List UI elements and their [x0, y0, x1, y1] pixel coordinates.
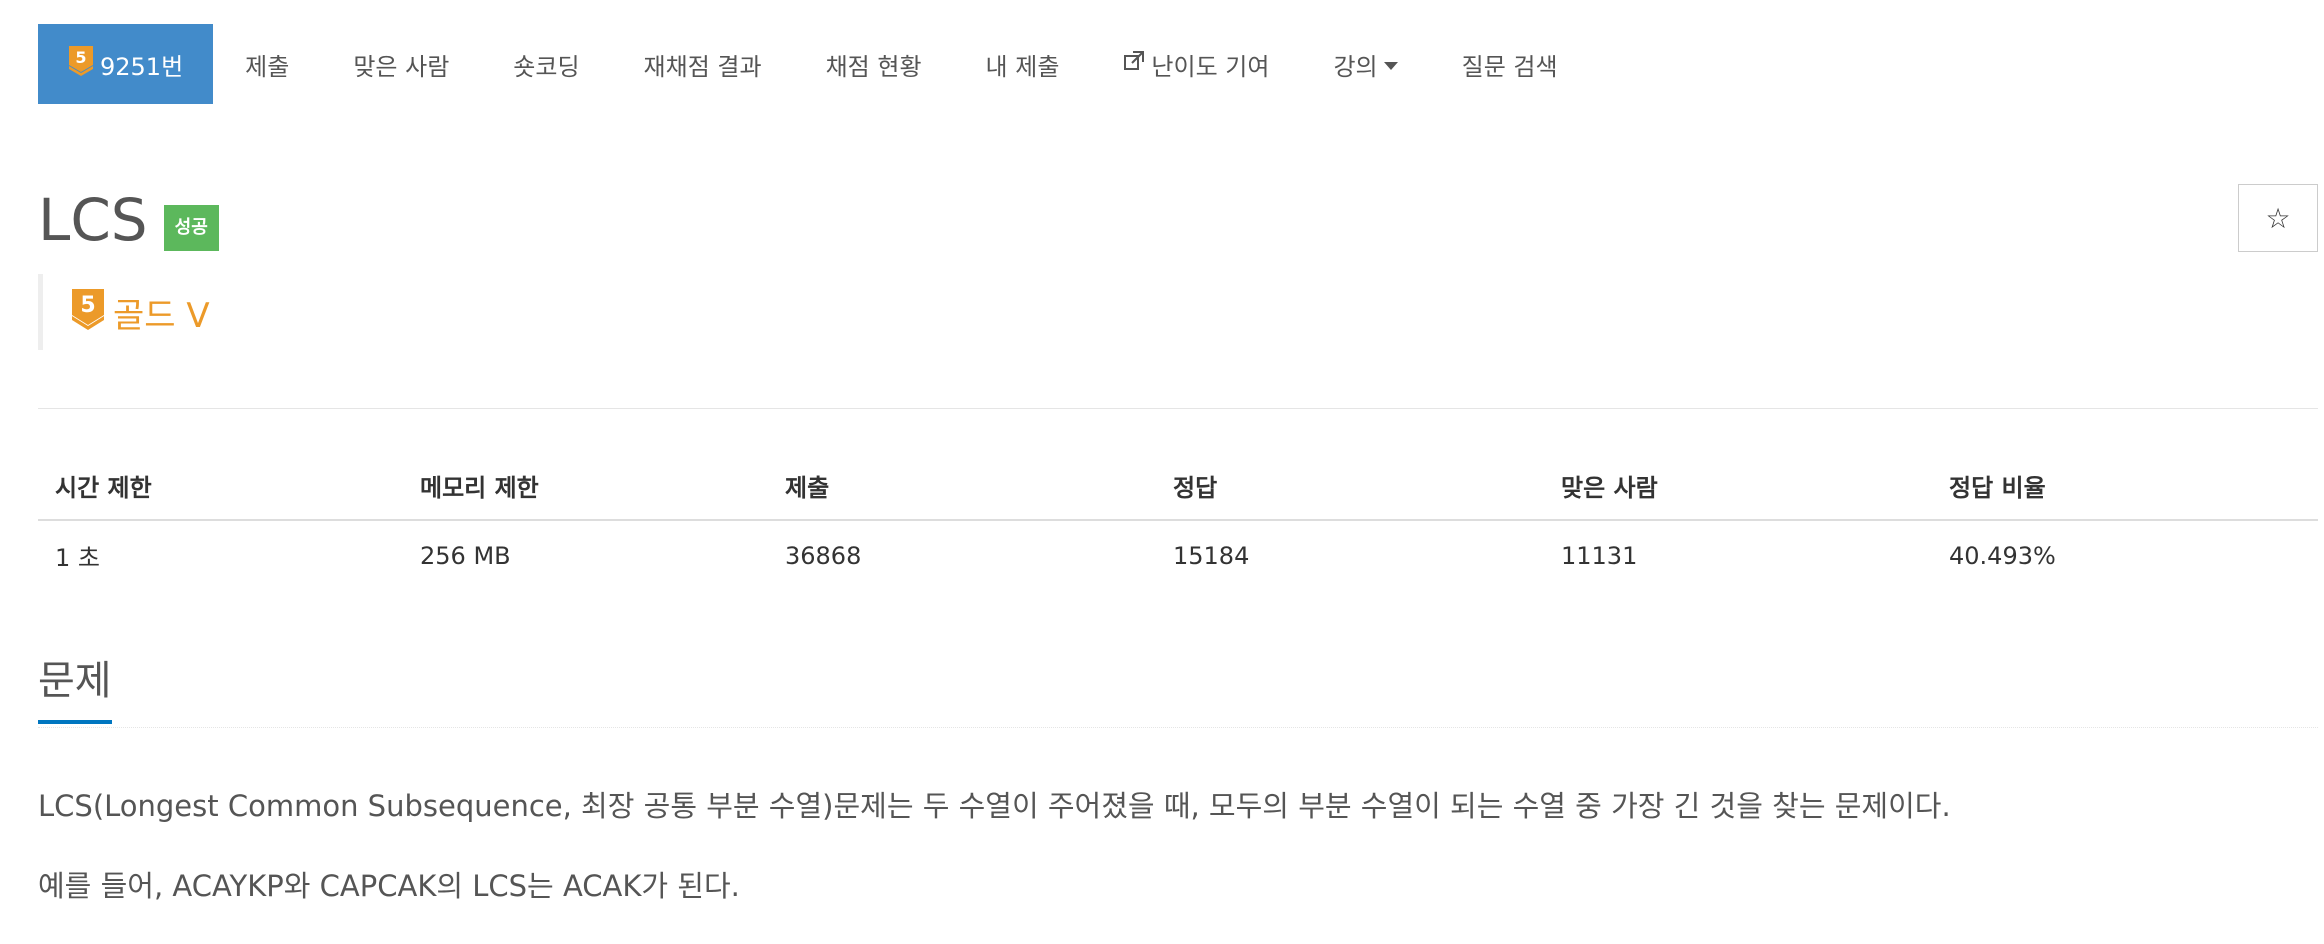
nav-difficulty-contribution-label: 난이도 기여	[1151, 52, 1270, 81]
nav-short-coding-label: 숏코딩	[513, 52, 580, 81]
nav-question-search-label: 질문 검색	[1461, 52, 1558, 81]
caret-down-icon	[1383, 61, 1398, 70]
problem-menu: 5 9251번 제출 맞은 사람 숏코딩 재채점 결과 채점 현황 내 제출 난…	[38, 24, 1590, 104]
nav-rejudge-results-label: 재채점 결과	[643, 52, 762, 81]
nav-solvers[interactable]: 맞은 사람	[321, 24, 481, 104]
header-solvers: 맞은 사람	[1544, 452, 1932, 521]
nav-judge-status[interactable]: 채점 현황	[794, 24, 954, 104]
table-row: 1 초 256 MB 36868 15184 11131 40.493%	[38, 520, 2318, 590]
header-accepted: 정답	[1156, 452, 1544, 521]
nav-problem-number-label: 9251번	[100, 52, 184, 81]
problem-info-table: 시간 제한 메모리 제한 제출 정답 맞은 사람 정답 비율 1 초 256 M…	[38, 452, 2318, 590]
nav-submit[interactable]: 제출	[213, 24, 321, 104]
problem-tier: 5 골드 V	[38, 274, 210, 350]
problem-title: LCS	[38, 186, 148, 254]
cell-time-limit: 1 초	[55, 544, 100, 572]
star-icon: ☆	[2265, 201, 2291, 235]
cell-submissions: 36868	[785, 541, 862, 570]
gold-tier-shield-icon: 5	[71, 288, 105, 336]
problem-description: LCS(Longest Common Subsequence, 최장 공통 부분…	[38, 784, 2318, 944]
gold-tier-badge-icon: 5	[68, 45, 94, 83]
description-paragraph: LCS(Longest Common Subsequence, 최장 공통 부분…	[38, 789, 1951, 823]
tier-name[interactable]: 골드 V	[113, 288, 210, 337]
nav-lectures-dropdown[interactable]: 강의	[1301, 24, 1429, 104]
nav-difficulty-contribution[interactable]: 난이도 기여	[1091, 24, 1301, 104]
nav-solvers-label: 맞은 사람	[353, 52, 450, 81]
tier-shield-number: 5	[80, 293, 95, 318]
divider	[38, 408, 2318, 409]
header-submissions: 제출	[768, 452, 1156, 521]
cell-solvers: 11131	[1561, 541, 1638, 570]
cell-memory-limit: 256 MB	[420, 541, 511, 570]
description-paragraph: 예를 들어, ACAYKP와 CAPCAK의 LCS는 ACAK가 된다.	[38, 869, 740, 903]
table-header-row: 시간 제한 메모리 제한 제출 정답 맞은 사람 정답 비율	[38, 452, 2318, 521]
problem-section-header: 문제	[38, 652, 2318, 728]
favorite-star-button[interactable]: ☆	[2238, 184, 2318, 252]
header-time-limit: 시간 제한	[38, 452, 403, 521]
nav-question-search[interactable]: 질문 검색	[1430, 24, 1590, 104]
nav-my-submissions-label: 내 제출	[985, 52, 1060, 81]
nav-my-submissions[interactable]: 내 제출	[954, 24, 1092, 104]
cell-accept-ratio: 40.493%	[1949, 541, 2056, 570]
nav-lectures-label: 강의	[1333, 52, 1378, 81]
nav-short-coding[interactable]: 숏코딩	[481, 24, 611, 104]
cell-accepted: 15184	[1173, 541, 1250, 570]
section-heading: 문제	[38, 652, 112, 724]
nav-problem-number[interactable]: 5 9251번	[38, 24, 214, 104]
nav-rejudge-results[interactable]: 재채점 결과	[612, 24, 794, 104]
header-accept-ratio: 정답 비율	[1932, 452, 2318, 521]
nav-judge-status-label: 채점 현황	[825, 52, 922, 81]
problem-title-row: LCS 성공	[38, 186, 219, 254]
tier-badge-number: 5	[75, 48, 86, 67]
header-memory-limit: 메모리 제한	[403, 452, 768, 521]
external-link-icon	[1123, 50, 1145, 78]
nav-submit-label: 제출	[245, 52, 290, 81]
status-badge: 성공	[163, 205, 219, 251]
